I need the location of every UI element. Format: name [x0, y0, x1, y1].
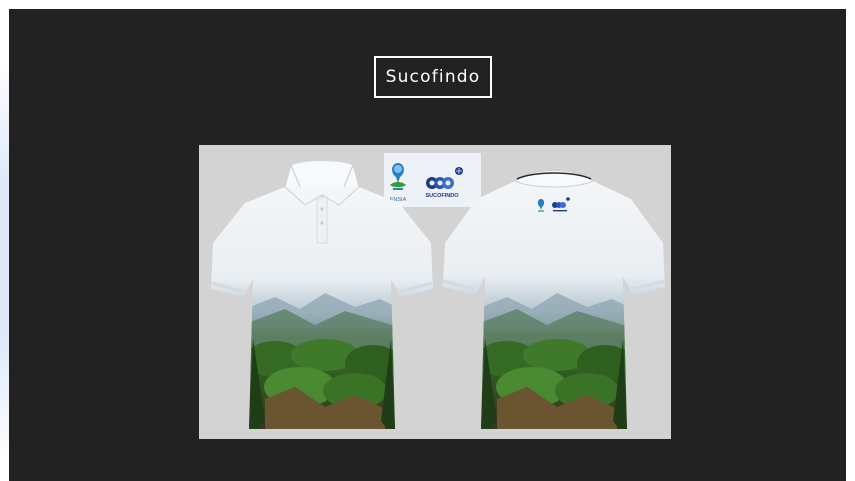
shirt-front: [210, 160, 434, 429]
slide-title-box: Sucofindo: [374, 56, 492, 98]
shirt-mockup-image: ENSIA SUCOFINDO: [199, 145, 671, 439]
presentation-slide: Sucofindo ENSIA SUCOFINDO: [9, 9, 846, 481]
shirt-back: [442, 170, 666, 429]
slide-title: Sucofindo: [385, 67, 481, 87]
